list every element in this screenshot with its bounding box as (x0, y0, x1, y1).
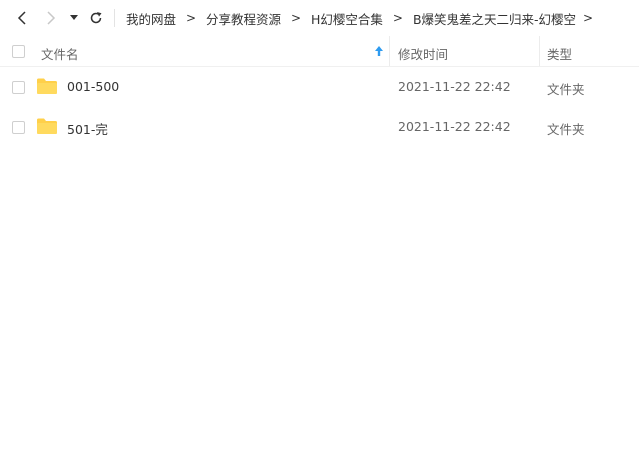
sort-arrow-up-icon[interactable] (374, 45, 384, 57)
column-header: 文件名 修改时间 类型 (0, 36, 639, 67)
forward-button[interactable] (41, 8, 61, 28)
file-row[interactable]: 501-完 2021-11-22 22:42 文件夹 (0, 107, 639, 147)
file-modified-time: 2021-11-22 22:42 (398, 119, 511, 134)
breadcrumb-separator: > (392, 11, 403, 25)
breadcrumb-separator: > (185, 11, 197, 25)
breadcrumb-item-root[interactable]: 我的网盘 (126, 9, 176, 28)
refresh-button[interactable] (86, 8, 106, 28)
chevron-right-icon (47, 11, 56, 25)
column-divider[interactable] (539, 36, 540, 66)
folder-icon (37, 118, 57, 134)
chevron-left-icon (17, 11, 26, 25)
column-header-modified[interactable]: 修改时间 (398, 44, 448, 63)
breadcrumb-item-share[interactable]: 分享教程资源 (206, 9, 281, 28)
caret-down-icon (70, 15, 78, 20)
row-checkbox[interactable] (12, 121, 25, 134)
file-browser-window: 我的网盘 > 分享教程资源 > H幻樱空合集 > B爆笑鬼差之天二归来-幻樱空 … (0, 0, 639, 464)
column-divider[interactable] (389, 36, 390, 66)
file-name[interactable]: 001-500 (67, 79, 119, 94)
breadcrumb-item-current[interactable]: B爆笑鬼差之天二归来-幻樱空 (413, 9, 576, 28)
row-checkbox[interactable] (12, 81, 25, 94)
file-type: 文件夹 (547, 82, 585, 97)
file-modified-time: 2021-11-22 22:42 (398, 79, 511, 94)
file-name[interactable]: 501-完 (67, 119, 108, 138)
toolbar-divider (114, 9, 115, 27)
file-row[interactable]: 001-500 2021-11-22 22:42 文件夹 (0, 67, 639, 107)
history-dropdown-button[interactable] (66, 8, 82, 28)
column-header-name[interactable]: 文件名 (41, 44, 79, 63)
breadcrumb-separator[interactable]: > (576, 11, 600, 25)
refresh-icon (90, 12, 102, 24)
toolbar: 我的网盘 > 分享教程资源 > H幻樱空合集 > B爆笑鬼差之天二归来-幻樱空 … (0, 0, 639, 36)
breadcrumb: 我的网盘 > 分享教程资源 > H幻樱空合集 > B爆笑鬼差之天二归来-幻樱空 … (126, 0, 600, 36)
select-all-checkbox[interactable] (12, 45, 25, 58)
breadcrumb-item-collection[interactable]: H幻樱空合集 (311, 9, 383, 28)
back-button[interactable] (12, 8, 32, 28)
breadcrumb-separator: > (291, 11, 302, 25)
folder-icon (37, 78, 57, 94)
column-header-type[interactable]: 类型 (547, 44, 572, 63)
file-type: 文件夹 (547, 122, 585, 137)
